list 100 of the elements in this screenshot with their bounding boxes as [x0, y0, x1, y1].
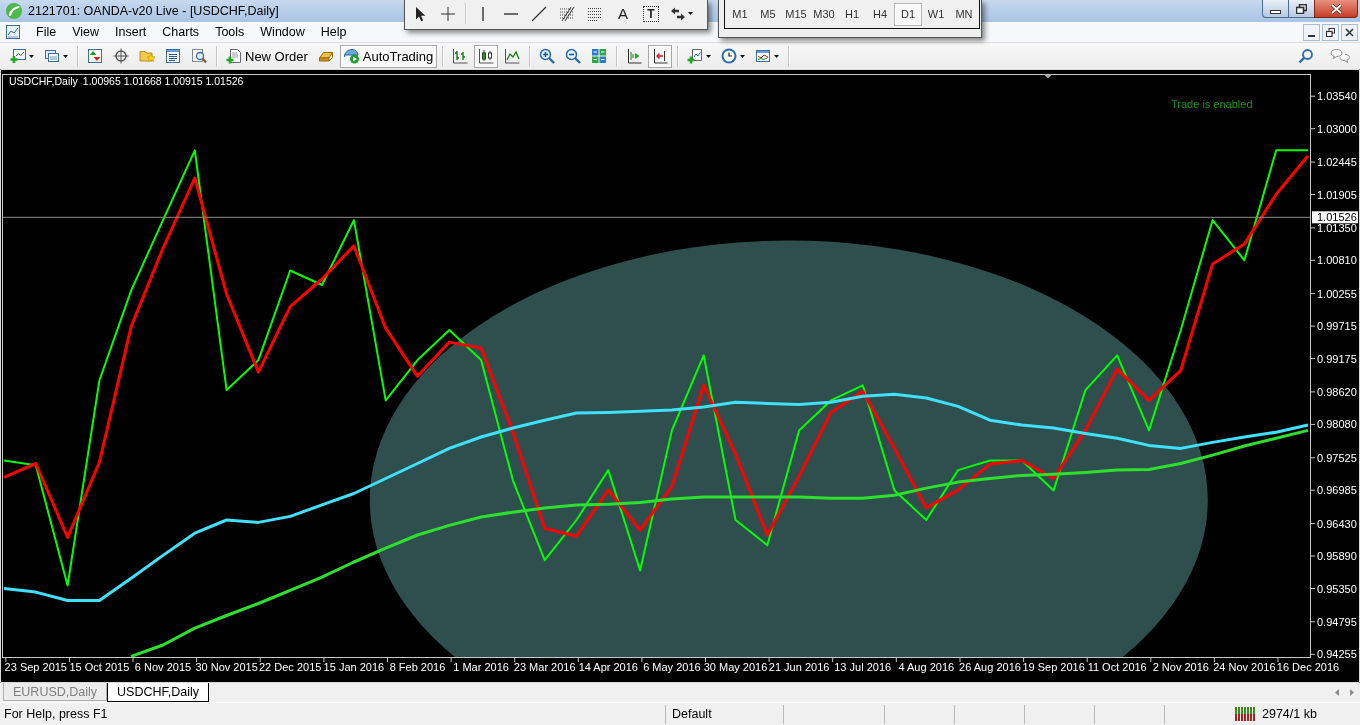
scroll-left-icon[interactable]	[1335, 689, 1339, 696]
date-axis-label: 11 Oct 2016	[1087, 661, 1147, 673]
diagonal-line-icon	[531, 5, 547, 22]
child-minimize-button[interactable]	[1303, 23, 1320, 41]
close-button[interactable]	[1314, 0, 1358, 18]
text-label-button[interactable]: T	[637, 2, 665, 25]
price-axis-label: 0.94255	[1317, 648, 1357, 661]
clock-icon	[721, 48, 738, 64]
chat-bubbles-icon	[1330, 48, 1352, 64]
tile-windows-icon	[591, 48, 608, 64]
price-axis-label: 0.95890	[1317, 550, 1357, 562]
timeframe-button[interactable]: M15	[782, 2, 810, 26]
minimize-button[interactable]	[1262, 0, 1288, 18]
chart-plus-icon	[10, 48, 26, 64]
search-icon	[1298, 48, 1314, 64]
maximize-button[interactable]	[1288, 0, 1314, 18]
date-axis-label: 16 Dec 2016	[1276, 661, 1340, 673]
date-axis-label: 6 Nov 2015	[134, 661, 192, 673]
connection-bars-icon	[1235, 707, 1256, 721]
zoom-in-icon	[539, 48, 556, 64]
bid-price-label: 1.01526	[1312, 211, 1358, 224]
menu-item[interactable]: Insert	[107, 25, 155, 39]
timeframe-button[interactable]: M30	[810, 2, 838, 26]
timeframe-button[interactable]: H1	[838, 2, 866, 26]
caret-down-icon	[687, 12, 693, 15]
date-axis-label: 19 Sep 2016	[1022, 661, 1085, 673]
menu-item[interactable]: Window	[252, 25, 313, 39]
minimize-icon	[1308, 34, 1315, 37]
candlestick-button[interactable]	[474, 44, 499, 68]
price-axis-label: 1.00810	[1317, 254, 1357, 267]
date-axis-label: 8 Feb 2016	[389, 661, 446, 673]
caret-down-icon	[63, 54, 68, 58]
timeframe-button[interactable]: MN	[950, 2, 978, 26]
date-axis-label: 26 Aug 2016	[959, 661, 1021, 673]
date-axis-label: 2 Nov 2016	[1152, 661, 1209, 673]
candlestick-icon	[478, 48, 495, 64]
timeframe-button[interactable]: M5	[754, 2, 782, 26]
price-axis-label: 1.01350	[1317, 221, 1357, 234]
date-axis-label: 4 Aug 2016	[898, 661, 955, 673]
crosshair-icon	[440, 5, 456, 22]
auto-scroll-button[interactable]	[648, 44, 673, 68]
price-axis-label: 1.01905	[1317, 188, 1357, 201]
close-icon	[1330, 3, 1342, 14]
child-restore-button[interactable]	[1322, 23, 1339, 41]
menu-item[interactable]: Charts	[154, 25, 208, 39]
child-close-button[interactable]	[1341, 23, 1358, 41]
price-axis-label: 0.99715	[1317, 320, 1357, 333]
timeframe-button[interactable]: D1	[894, 2, 922, 26]
chart-tab[interactable]: USDCHF,Daily	[107, 683, 209, 702]
menu-item[interactable]: View	[64, 25, 108, 39]
caret-down-icon	[774, 54, 780, 58]
autotrading-button[interactable]: AutoTrading	[339, 44, 438, 68]
up-down-arrows-icon	[87, 48, 103, 64]
price-axis-label: 1.00255	[1317, 287, 1357, 300]
chart-plus-icon	[687, 48, 704, 64]
bar-chart-icon	[452, 48, 469, 64]
date-axis-label: 30 May 2016	[703, 661, 768, 673]
date-axis-label: 6 May 2016	[643, 661, 701, 673]
new-order-button[interactable]: New Order	[222, 44, 312, 68]
status-help-text: For Help, press F1	[4, 707, 108, 721]
date-axis-label: 24 Nov 2016	[1213, 661, 1276, 673]
zoom-out-icon	[565, 48, 582, 64]
menu-item[interactable]: Help	[312, 25, 355, 39]
date-axis-label: 15 Jan 2016	[323, 661, 385, 673]
date-axis-label: 23 Mar 2016	[513, 661, 576, 673]
caret-down-icon	[706, 54, 712, 58]
timeframe-button[interactable]: M1	[726, 2, 754, 26]
price-axis-label: 0.98080	[1317, 418, 1357, 431]
window-title: 2121701: OANDA-v20 Live - [USDCHF,Daily]	[28, 4, 279, 18]
minimize-icon	[1270, 9, 1281, 14]
price-axis-label: 0.94795	[1317, 615, 1357, 628]
price-axis-label: 0.99175	[1317, 352, 1357, 365]
shift-marker-icon[interactable]	[1044, 74, 1052, 79]
windows-icon	[44, 48, 60, 64]
restore-icon	[1326, 27, 1335, 37]
status-profile-text: Default	[672, 707, 712, 721]
dotted-lines-icon	[587, 5, 603, 22]
scroll-right-icon[interactable]	[1350, 689, 1354, 696]
app-logo-icon	[6, 3, 22, 19]
date-axis-label: 22 Dec 2015	[259, 661, 322, 673]
status-traffic-text: 2974/1 kb	[1262, 707, 1317, 721]
price-axis-label: 0.97525	[1317, 451, 1357, 464]
horizontal-line-icon	[504, 12, 518, 15]
text-tool-button[interactable]: A	[609, 2, 637, 25]
auto-scroll-icon	[652, 48, 669, 64]
price-axis-label: 0.98620	[1317, 385, 1357, 398]
date-axis-label: 14 Apr 2016	[578, 661, 638, 673]
magnifier-document-icon	[191, 48, 207, 64]
date-axis-label: 13 Jul 2016	[834, 661, 892, 673]
price-axis-label: 0.96430	[1317, 517, 1357, 530]
menu-item[interactable]: Tools	[207, 25, 253, 39]
close-icon	[1345, 27, 1354, 37]
timeframe-button[interactable]: H4	[866, 2, 894, 26]
caret-down-icon	[29, 54, 34, 58]
timeframe-button[interactable]: W1	[922, 2, 950, 26]
date-axis-label: 1 Mar 2016	[453, 661, 509, 673]
price-axis-label: 0.95350	[1317, 582, 1357, 595]
date-axis-label: 30 Nov 2015	[195, 661, 258, 673]
menu-item[interactable]: File	[28, 25, 65, 39]
chart-window-icon	[755, 48, 772, 64]
